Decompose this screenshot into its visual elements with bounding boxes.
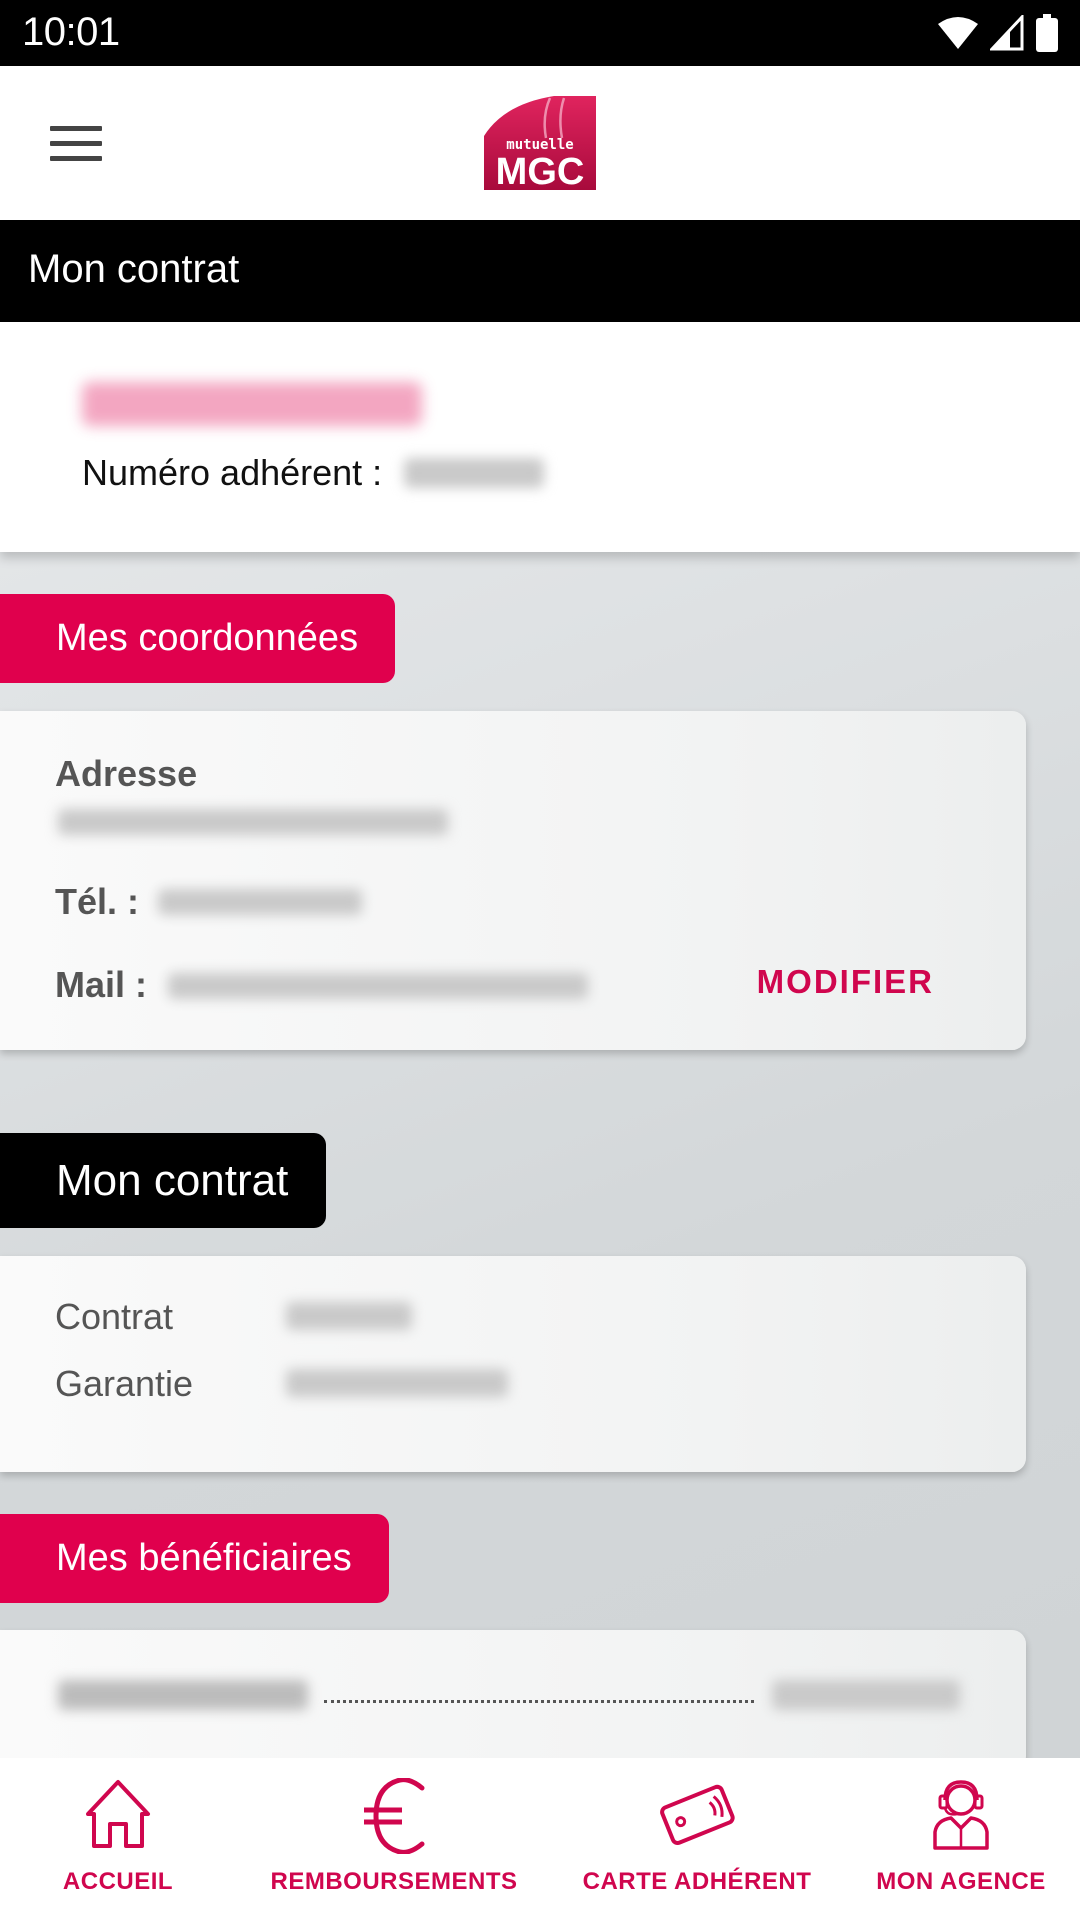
nav-label: MON AGENCE <box>876 1868 1046 1895</box>
contrat-card: Contrat Garantie <box>0 1256 1026 1472</box>
wifi-icon <box>938 17 978 49</box>
status-bar: 10:01 <box>0 0 1080 66</box>
status-icons <box>938 14 1058 52</box>
signal-icon <box>990 15 1024 51</box>
section-title: Mes bénéficiaires <box>56 1537 352 1579</box>
guarantee-value-redacted <box>286 1369 508 1397</box>
nav-accueil[interactable]: ACCUEIL <box>0 1758 236 1920</box>
contract-value-redacted <box>286 1302 412 1330</box>
section-header-beneficiaires: Mes bénéficiaires <box>0 1514 389 1603</box>
battery-icon <box>1036 14 1058 52</box>
member-number-row: Numéro adhérent : <box>82 452 545 494</box>
member-name-redacted <box>82 382 422 426</box>
hamburger-menu-icon[interactable] <box>50 126 102 162</box>
nav-label: CARTE ADHÉRENT <box>582 1868 812 1895</box>
address-value-redacted <box>58 809 448 835</box>
beneficiaires-card <box>0 1630 1026 1770</box>
section-header-contrat: Mon contrat <box>0 1133 326 1228</box>
member-number-label: Numéro adhérent : <box>82 452 383 493</box>
coordonnees-card: Adresse Tél. : Mail : MODIFIER <box>0 711 1026 1050</box>
mgc-logo: mutuelle MGC <box>484 96 596 190</box>
beneficiary-date-redacted <box>772 1680 960 1710</box>
page-title: Mon contrat <box>28 247 240 291</box>
member-card-icon <box>660 1784 735 1846</box>
phone-label: Tél. : <box>55 881 140 922</box>
logo-line2: MGC <box>496 151 585 190</box>
member-number-redacted <box>404 458 545 488</box>
profile-card: Numéro adhérent : <box>0 322 1080 552</box>
phone-value-redacted <box>158 889 362 915</box>
section-header-coordonnees: Mes coordonnées <box>0 594 395 683</box>
agent-headset-icon <box>933 1780 989 1850</box>
page-title-bar: Mon contrat <box>0 220 1080 322</box>
mail-label: Mail : <box>55 964 148 1005</box>
status-time: 10:01 <box>22 10 120 54</box>
home-icon <box>86 1780 150 1848</box>
contract-label: Contrat <box>55 1296 174 1337</box>
leader-dots <box>324 1700 754 1703</box>
mail-value-redacted <box>168 973 588 999</box>
guarantee-label: Garantie <box>55 1363 194 1404</box>
nav-carte-adherent[interactable]: CARTE ADHÉRENT <box>552 1758 842 1920</box>
section-title: Mes coordonnées <box>56 617 359 659</box>
section-title: Mon contrat <box>56 1155 289 1205</box>
nav-label: ACCUEIL <box>62 1868 174 1895</box>
app-header: mutuelle MGC <box>0 66 1080 220</box>
bottom-nav: ACCUEIL REMBOURSEMENTS CARTE ADHÉRENT MO… <box>0 1758 1080 1920</box>
modify-button[interactable]: MODIFIER <box>757 963 934 1001</box>
beneficiary-row[interactable] <box>0 1630 1026 1760</box>
euro-icon <box>364 1778 425 1854</box>
nav-mon-agence[interactable]: MON AGENCE <box>842 1758 1080 1920</box>
beneficiary-name-redacted <box>58 1680 308 1710</box>
nav-label: REMBOURSEMENTS <box>270 1868 518 1895</box>
nav-remboursements[interactable]: REMBOURSEMENTS <box>236 1758 552 1920</box>
address-label: Adresse <box>55 753 198 794</box>
